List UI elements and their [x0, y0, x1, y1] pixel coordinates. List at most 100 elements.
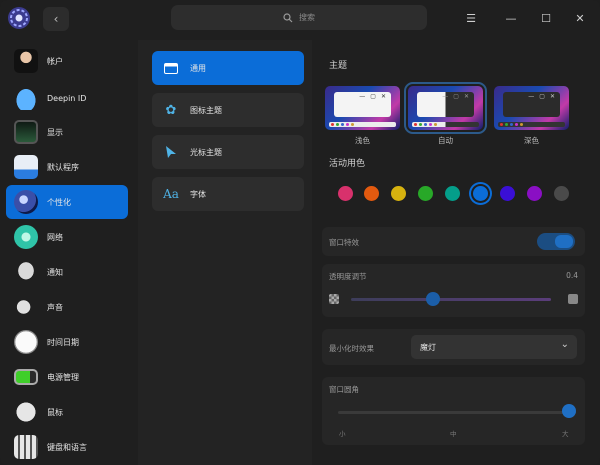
sidebar-item-mouse[interactable]: 鼠标 [6, 395, 128, 429]
sidebar-item-label: Deepin ID [47, 93, 87, 103]
window-corner-row: 窗口圆角 小 中 大 [322, 377, 585, 445]
sidebar-item-label: 时间日期 [47, 337, 79, 347]
accent-color-orange[interactable] [364, 186, 379, 201]
sidebar-item-network[interactable]: 网络 [6, 220, 128, 254]
menu-button[interactable]: ☰ [461, 8, 481, 28]
nav-item-label: 通用 [190, 63, 206, 73]
window-effect-row: 窗口特效 [322, 227, 585, 256]
transparency-slider-track[interactable] [351, 298, 551, 301]
font-icon: Aa [163, 187, 179, 201]
corner-tick-small: 小 [339, 430, 346, 438]
theme-section-title: 主题 [329, 61, 348, 71]
close-icon: ✕ [575, 11, 585, 25]
sidebar-item-notification[interactable]: 通知 [6, 255, 128, 289]
account-icon [14, 49, 38, 73]
cursor-icon [161, 142, 181, 162]
transparency-row: 透明度调节 0.4 [322, 264, 585, 317]
sidebar-item-power[interactable]: 电源管理 [6, 360, 128, 394]
maximize-button[interactable]: ☐ [536, 8, 556, 28]
search-icon [283, 12, 293, 22]
minimize-effect-value: 魔灯 [420, 342, 436, 352]
sidebar-item-display[interactable]: 显示 [6, 115, 128, 149]
accent-color-pink[interactable] [338, 186, 353, 201]
nav-item-icon-theme[interactable]: ✿ 图标主题 [152, 93, 304, 127]
chevron-down-icon: ⌄ [560, 339, 569, 350]
sidebar-item-personalization[interactable]: 个性化 [6, 185, 128, 219]
accent-color-purple[interactable] [527, 186, 542, 201]
theme-option-label: 自动 [438, 136, 453, 145]
sidebar-item-datetime[interactable]: 时间日期 [6, 325, 128, 359]
cloud-icon [14, 86, 38, 110]
theme-option-light[interactable]: — ▢ ✕ [325, 86, 400, 130]
title-bar: ‹ 搜索 ☰ — ☐ ✕ [0, 0, 600, 36]
control-center-logo-icon[interactable] [7, 6, 31, 30]
battery-icon [14, 369, 38, 385]
nav-item-label: 图标主题 [190, 105, 222, 115]
mouse-icon [14, 400, 38, 424]
sidebar-item-label: 通知 [47, 267, 63, 277]
accent-color-gray[interactable] [554, 186, 569, 201]
sidebar-item-account[interactable]: 帐户 [6, 44, 128, 78]
transparency-slider-handle[interactable] [426, 292, 440, 306]
accent-color-blue[interactable] [473, 186, 488, 201]
sidebar: 帐户 Deepin ID 显示 默认程序 个性化 网络 通知 声音 时间日期 电… [0, 40, 134, 465]
nav-item-label: 字体 [190, 189, 206, 199]
sidebar-item-label: 键盘和语言 [47, 442, 87, 452]
window-effect-toggle[interactable] [537, 233, 575, 250]
sidebar-item-label: 网络 [47, 232, 63, 242]
sidebar-item-label: 声音 [47, 302, 63, 312]
nav-item-font[interactable]: Aa 字体 [152, 177, 304, 211]
minimize-button[interactable]: — [501, 8, 521, 28]
menu-icon: ☰ [466, 11, 476, 25]
chevron-left-icon: ‹ [53, 12, 59, 26]
theme-option-label: 浅色 [355, 136, 370, 145]
display-icon [14, 120, 38, 144]
search-placeholder: 搜索 [299, 13, 315, 22]
accent-color-indigo[interactable] [500, 186, 515, 201]
theme-option-dark[interactable]: — ▢ ✕ [494, 86, 569, 130]
network-icon [14, 225, 38, 249]
minimize-effect-row: 最小化时效果 魔灯 ⌄ [322, 329, 585, 365]
clock-icon [14, 330, 38, 354]
search-input[interactable]: 搜索 [171, 5, 427, 30]
maximize-icon: ☐ [541, 11, 551, 25]
bell-icon [14, 260, 38, 284]
accent-color-title: 活动用色 [329, 159, 366, 169]
sidebar-item-label: 帐户 [47, 56, 63, 66]
minimize-effect-label: 最小化时效果 [329, 344, 374, 353]
sidebar-item-label: 鼠标 [47, 407, 63, 417]
icon-theme-icon: ✿ [165, 102, 177, 118]
sidebar-item-label: 显示 [47, 127, 63, 137]
sidebar-item-sound[interactable]: 声音 [6, 290, 128, 324]
nav-item-general[interactable]: 通用 [152, 51, 304, 85]
window-icon [161, 58, 181, 78]
theme-option-label: 深色 [524, 136, 539, 145]
sidebar-item-deepin-id[interactable]: Deepin ID [6, 81, 128, 115]
corner-slider-handle[interactable] [562, 404, 576, 418]
control-center-window: ‹ 搜索 ☰ — ☐ ✕ 帐户 Deepin ID 显示 默认程序 个性化 网络… [0, 0, 600, 465]
window-effect-label: 窗口特效 [329, 238, 359, 247]
minimize-effect-select[interactable]: 魔灯 ⌄ [411, 335, 577, 359]
back-button[interactable]: ‹ [43, 7, 69, 31]
accent-color-green[interactable] [418, 186, 433, 201]
accent-color-yellow[interactable] [391, 186, 406, 201]
default-apps-icon [14, 155, 38, 179]
corner-tick-medium: 中 [450, 430, 457, 438]
opaque-icon [568, 294, 578, 304]
theme-option-auto[interactable]: — ▢ ✕ [404, 82, 487, 134]
minimize-icon: — [505, 11, 517, 25]
personalization-icon [14, 190, 38, 214]
sidebar-item-default-apps[interactable]: 默认程序 [6, 150, 128, 184]
nav-item-cursor-theme[interactable]: 光标主题 [152, 135, 304, 169]
sidebar-item-label: 默认程序 [47, 162, 79, 172]
nav-item-label: 光标主题 [190, 147, 222, 157]
sidebar-item-keyboard[interactable]: 键盘和语言 [6, 430, 128, 464]
settings-panel: 主题 — ▢ ✕ 浅色 — ▢ ✕ 自动 — ▢ ✕ 深色 活动用色 窗口特效 … [312, 40, 600, 465]
window-corner-label: 窗口圆角 [329, 385, 359, 394]
corner-slider-track[interactable] [338, 411, 576, 414]
sidebar-item-label: 个性化 [47, 197, 71, 207]
accent-color-teal[interactable] [445, 186, 460, 201]
transparent-icon [329, 294, 339, 304]
close-button[interactable]: ✕ [570, 8, 590, 28]
sidebar-item-label: 电源管理 [47, 372, 79, 382]
